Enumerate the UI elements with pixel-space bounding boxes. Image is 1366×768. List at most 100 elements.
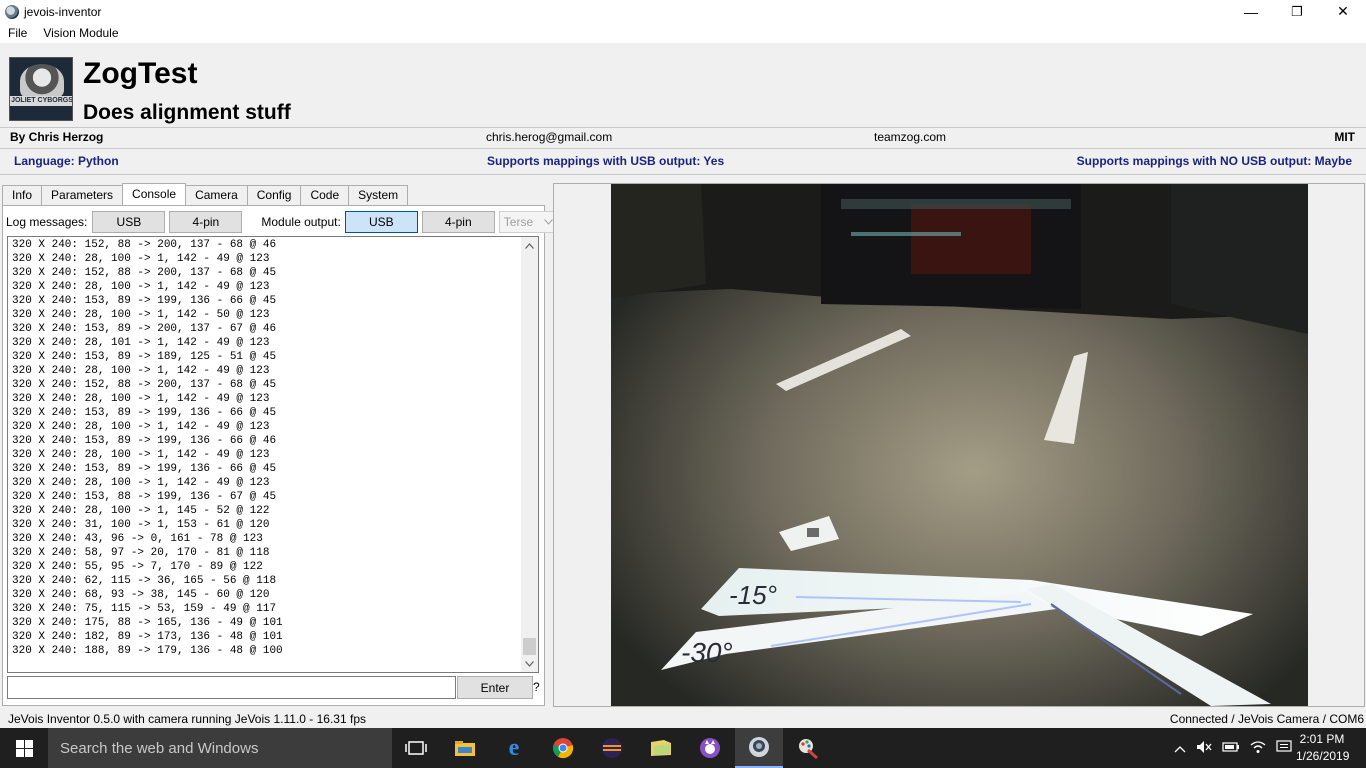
- team-logo: JOLIET CYBORGS: [9, 57, 73, 121]
- console-line: 320 X 240: 55, 95 -> 7, 170 - 89 @ 122: [12, 561, 263, 573]
- module-author: By Chris Herzog: [10, 130, 104, 144]
- console-line: 320 X 240: 28, 100 -> 1, 145 - 52 @ 122: [12, 505, 270, 517]
- usb-support: Supports mappings with USB output: Yes: [487, 154, 725, 168]
- wifi-icon[interactable]: [1250, 740, 1266, 757]
- log-messages-label: Log messages:: [6, 215, 88, 229]
- console-line: 320 X 240: 28, 100 -> 1, 142 - 50 @ 123: [12, 309, 270, 321]
- taskbar: Search the web and Windows e 2:01 PM 1/2…: [0, 728, 1366, 768]
- taskbar-clock[interactable]: 2:01 PM 1/26/2019: [1296, 731, 1350, 765]
- scroll-up-icon[interactable]: [521, 237, 538, 254]
- enter-button[interactable]: Enter: [457, 676, 533, 699]
- console-line: 320 X 240: 28, 101 -> 1, 142 - 49 @ 123: [12, 337, 270, 349]
- chevron-down-icon: [543, 219, 553, 225]
- console-line: 320 X 240: 58, 97 -> 20, 170 - 81 @ 118: [12, 547, 270, 559]
- module-output-label: Module output:: [261, 215, 341, 229]
- tab-code[interactable]: Code: [300, 185, 350, 205]
- console-line: 320 X 240: 28, 100 -> 1, 142 - 49 @ 123: [12, 281, 270, 293]
- chrome-icon[interactable]: [539, 728, 587, 768]
- taskbar-search-placeholder: Search the web and Windows: [60, 739, 259, 757]
- menu-bar: File Vision Module: [0, 23, 1366, 43]
- camera-frame-illustration: -15° -30°: [611, 184, 1308, 706]
- module-email: chris.herog@gmail.com: [486, 130, 613, 144]
- marker-15-label: -15°: [729, 580, 777, 610]
- console-line: 320 X 240: 28, 100 -> 1, 142 - 49 @ 123: [12, 449, 270, 461]
- battery-icon[interactable]: [1222, 741, 1240, 756]
- console-line: 320 X 240: 153, 89 -> 199, 136 - 66 @ 45: [12, 407, 277, 419]
- console-line: 320 X 240: 152, 88 -> 200, 137 - 68 @ 45: [12, 267, 277, 279]
- tab-info[interactable]: Info: [2, 185, 43, 205]
- folder-icon[interactable]: [637, 728, 685, 768]
- camera-video[interactable]: -15° -30°: [611, 184, 1308, 706]
- verbosity-value: Terse: [503, 215, 534, 229]
- tab-parameters[interactable]: Parameters: [41, 185, 124, 205]
- console-scrollbar[interactable]: [521, 237, 538, 672]
- console-line: 320 X 240: 28, 100 -> 1, 142 - 49 @ 123: [12, 365, 270, 377]
- console-line: 320 X 240: 153, 89 -> 200, 137 - 67 @ 46: [12, 323, 277, 335]
- tab-system[interactable]: System: [348, 185, 409, 205]
- marker-30-label: -30°: [681, 637, 733, 668]
- tray-overflow-icon[interactable]: [1174, 741, 1186, 756]
- console-line: 320 X 240: 62, 115 -> 36, 165 - 56 @ 118: [12, 575, 277, 587]
- edge-icon[interactable]: e: [490, 728, 538, 768]
- nousb-support: Supports mappings with NO USB output: Ma…: [1076, 154, 1352, 168]
- paint-icon[interactable]: [784, 728, 832, 768]
- file-explorer-icon[interactable]: [441, 728, 489, 768]
- console-controls: Log messages: USB 4-pin Module output: U…: [6, 210, 558, 234]
- console-line: 320 X 240: 28, 100 -> 1, 142 - 49 @ 123: [12, 421, 270, 433]
- console-line: 320 X 240: 153, 89 -> 189, 125 - 51 @ 45: [12, 351, 277, 363]
- task-view-icon[interactable]: [392, 728, 440, 768]
- log-4pin-button[interactable]: 4-pin: [169, 211, 243, 233]
- tab-console[interactable]: Console: [122, 183, 187, 205]
- close-button[interactable]: ✕: [1320, 0, 1366, 23]
- taskbar-search[interactable]: Search the web and Windows: [48, 728, 392, 768]
- maximize-button[interactable]: ❐: [1274, 0, 1320, 23]
- console-line: 320 X 240: 28, 100 -> 1, 142 - 49 @ 123: [12, 393, 270, 405]
- menu-vision-module[interactable]: Vision Module: [35, 26, 126, 40]
- command-row: Enter ?: [7, 676, 543, 700]
- minimize-icon: —: [1244, 3, 1258, 20]
- window-titlebar: jevois-inventor: [0, 0, 1366, 23]
- module-meta-row: By Chris Herzog chris.herog@gmail.com te…: [0, 128, 1366, 146]
- logo-emblem: [20, 64, 64, 98]
- command-input[interactable]: [7, 676, 456, 699]
- volume-muted-icon[interactable]: [1196, 740, 1212, 757]
- tab-config[interactable]: Config: [246, 185, 302, 205]
- module-header: JOLIET CYBORGS ZogTest Does alignment st…: [0, 43, 1366, 128]
- scroll-down-icon[interactable]: [521, 655, 538, 672]
- scrollbar-thumb[interactable]: [523, 638, 536, 655]
- windows-logo-icon: [15, 739, 33, 757]
- console-line: 320 X 240: 28, 100 -> 1, 142 - 49 @ 123: [12, 253, 270, 265]
- action-center-icon[interactable]: [1276, 739, 1292, 757]
- console-line: 320 X 240: 68, 93 -> 38, 145 - 60 @ 120: [12, 589, 270, 601]
- module-language: Language: Python: [14, 154, 119, 168]
- help-link[interactable]: ?: [533, 680, 540, 694]
- jevois-inventor-icon[interactable]: [735, 728, 783, 768]
- console-output[interactable]: 320 X 240: 152, 88 -> 200, 137 - 68 @ 46…: [7, 236, 539, 673]
- jevois-app-icon: [5, 4, 19, 19]
- system-tray: [1174, 728, 1292, 768]
- output-4pin-button[interactable]: 4-pin: [421, 211, 495, 233]
- console-line: 320 X 240: 182, 89 -> 173, 136 - 48 @ 10…: [12, 631, 283, 643]
- console-line: 320 X 240: 43, 96 -> 0, 161 - 78 @ 123: [12, 533, 263, 545]
- module-website: teamzog.com: [874, 130, 947, 144]
- logo-text: JOLIET CYBORGS: [10, 96, 73, 106]
- console-line: 320 X 240: 153, 89 -> 199, 136 - 66 @ 46: [12, 435, 277, 447]
- start-button[interactable]: [0, 728, 48, 768]
- menu-file[interactable]: File: [0, 26, 35, 40]
- window-title: jevois-inventor: [24, 4, 102, 19]
- console-line: 320 X 240: 152, 88 -> 200, 137 - 68 @ 46: [12, 239, 277, 251]
- console-line: 320 X 240: 153, 89 -> 199, 136 - 66 @ 45: [12, 463, 277, 475]
- console-line: 320 X 240: 153, 89 -> 199, 136 - 66 @ 45: [12, 295, 277, 307]
- tab-camera[interactable]: Camera: [185, 185, 248, 205]
- minimize-button[interactable]: —: [1228, 0, 1274, 23]
- eclipse-icon[interactable]: [588, 728, 636, 768]
- cat-app-icon[interactable]: [686, 728, 734, 768]
- clock-date: 1/26/2019: [1296, 749, 1350, 763]
- module-license: MIT: [1334, 130, 1355, 144]
- console-lines: 320 X 240: 152, 88 -> 200, 137 - 68 @ 46…: [12, 238, 283, 658]
- console-line: 320 X 240: 28, 100 -> 1, 142 - 49 @ 123: [12, 477, 270, 489]
- verbosity-select[interactable]: Terse: [498, 211, 558, 233]
- close-icon: ✕: [1337, 3, 1349, 19]
- log-usb-button[interactable]: USB: [92, 211, 166, 233]
- output-usb-button[interactable]: USB: [344, 211, 418, 233]
